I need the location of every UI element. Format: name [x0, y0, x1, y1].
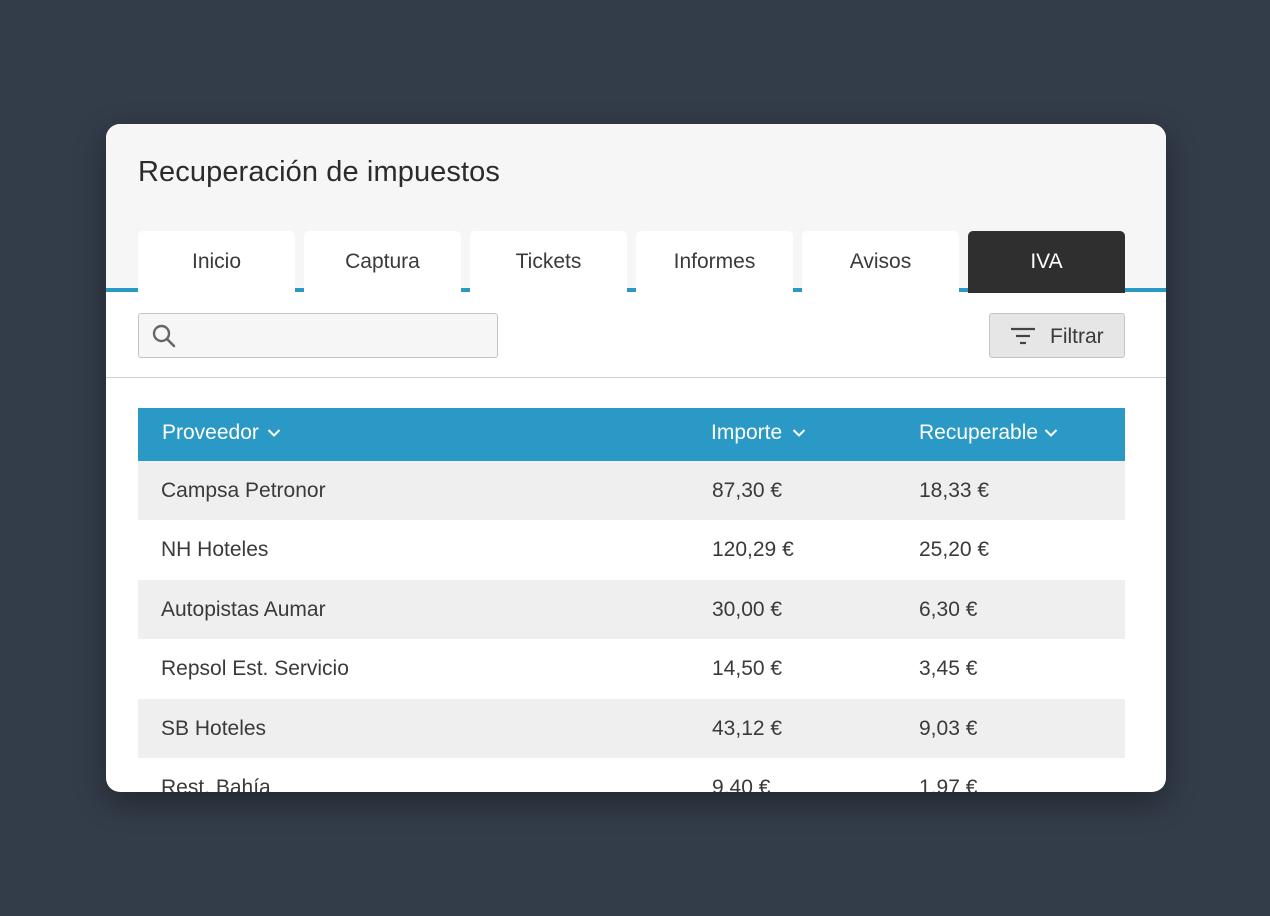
tab-iva[interactable]: IVA	[968, 231, 1125, 293]
cell-recuperable: 25,20 €	[919, 538, 990, 562]
cell-importe: 87,30 €	[712, 479, 783, 502]
cell-recuperable: 9,03 €	[919, 716, 978, 740]
column-header-proveedor[interactable]: Proveedor	[162, 421, 281, 445]
table-row[interactable]: Rest. Bahía 9,40 € 1,97 €	[138, 757, 1125, 792]
cell-proveedor: NH Hoteles	[161, 538, 269, 562]
tab-captura[interactable]: Captura	[304, 231, 461, 292]
cell-importe: 9,40 €	[712, 775, 771, 792]
table-row[interactable]: NH Hoteles 120,29 € 25,20 €	[138, 520, 1125, 580]
column-label: Recuperable	[919, 421, 1039, 444]
cell-proveedor: SB Hoteles	[161, 716, 267, 740]
column-label: Proveedor	[162, 421, 259, 444]
search-icon	[152, 324, 176, 348]
filter-label: Filtrar	[1050, 325, 1104, 348]
cell-proveedor: Autopistas Aumar	[161, 597, 326, 621]
tab-inicio[interactable]: Inicio	[138, 231, 295, 292]
cell-importe: 43,12 €	[712, 716, 783, 740]
chevron-down-icon	[267, 429, 281, 437]
search-input[interactable]	[185, 314, 489, 359]
tab-informes[interactable]: Informes	[636, 231, 793, 292]
table-row[interactable]: Autopistas Aumar 30,00 € 6,30 €	[138, 579, 1125, 640]
table-row[interactable]: SB Hoteles 43,12 € 9,03 €	[138, 698, 1125, 758]
toolbar: Filtrar	[106, 292, 1166, 378]
column-header-importe[interactable]: Importe	[711, 421, 806, 445]
table-header: Proveedor Importe Recuperable	[138, 408, 1125, 461]
app-window: Recuperación de impuestos Inicio Captura…	[106, 124, 1166, 792]
filter-icon	[1011, 327, 1035, 345]
cell-importe: 14,50 €	[712, 657, 783, 681]
cell-recuperable: 6,30 €	[919, 597, 978, 621]
page-title: Recuperación de impuestos	[138, 156, 500, 188]
tab-avisos[interactable]: Avisos	[802, 231, 959, 292]
column-label: Importe	[711, 421, 783, 444]
tab-tickets[interactable]: Tickets	[470, 231, 627, 292]
cell-proveedor: Repsol Est. Servicio	[161, 657, 349, 681]
tax-table: Proveedor Importe Recuperable Campsa Pet…	[138, 408, 1125, 792]
cell-proveedor: Campsa Petronor	[161, 479, 326, 502]
chevron-down-icon	[792, 429, 806, 437]
table-row[interactable]: Repsol Est. Servicio 14,50 € 3,45 €	[138, 639, 1125, 699]
cell-proveedor: Rest. Bahía	[161, 775, 271, 792]
cell-importe: 30,00 €	[712, 597, 783, 621]
cell-recuperable: 1,97 €	[919, 775, 978, 792]
chevron-down-icon	[1044, 429, 1058, 437]
cell-recuperable: 3,45 €	[919, 657, 978, 681]
filter-button[interactable]: Filtrar	[989, 313, 1125, 358]
cell-importe: 120,29 €	[712, 538, 794, 562]
header: Recuperación de impuestos Inicio Captura…	[106, 124, 1166, 293]
table-row[interactable]: Campsa Petronor 87,30 € 18,33 €	[138, 461, 1125, 521]
cell-recuperable: 18,33 €	[919, 479, 990, 502]
search-box	[138, 313, 498, 359]
column-header-recuperable[interactable]: Recuperable	[919, 421, 1058, 445]
